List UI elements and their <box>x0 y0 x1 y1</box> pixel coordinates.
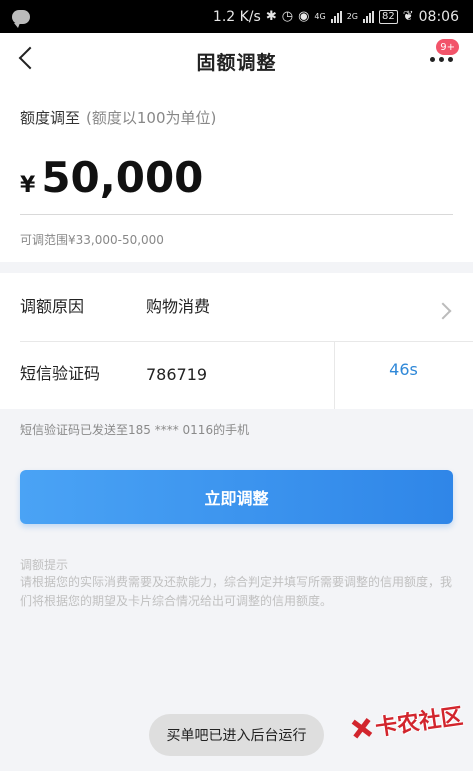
watermark-logo-icon <box>349 716 374 741</box>
back-arrow-icon[interactable] <box>18 46 42 70</box>
amount-hint: (额度以100为单位) <box>86 109 217 127</box>
background-toast: 买单吧已进入后台运行 <box>149 714 324 756</box>
notification-badge: 9+ <box>436 39 459 55</box>
more-options-icon[interactable] <box>430 57 453 62</box>
amount-label-text: 额度调至 <box>20 109 81 127</box>
status-bar: 1.2 K/s ✱ ◷ ◉ 4G 2G 82 ❦ 08:06 <box>0 0 473 33</box>
reason-label: 调额原因 <box>20 297 85 316</box>
eye-icon: ◉ <box>298 9 310 24</box>
chat-notification-icon <box>12 9 30 28</box>
status-left <box>12 9 30 28</box>
bluetooth-icon: ✱ <box>265 9 277 24</box>
clock: 08:06 <box>418 8 459 25</box>
page-title: 固额调整 <box>196 51 277 74</box>
currency-symbol: ¥ <box>20 173 36 198</box>
amount-value[interactable]: 50,000 <box>41 153 203 202</box>
amount-input[interactable]: ¥ 50,000 <box>20 153 203 202</box>
sms-code-label: 短信验证码 <box>20 364 101 383</box>
reason-row[interactable]: 调额原因 购物消费 <box>0 273 473 341</box>
tips-title: 调额提示 <box>20 558 69 572</box>
resend-countdown[interactable]: 46s <box>334 360 473 379</box>
nav-bar: 固额调整 9+ <box>0 33 473 89</box>
watermark-text: 卡农社区 <box>373 704 465 742</box>
signal-2-icon <box>363 10 374 23</box>
amount-card: 额度调至 (额度以100为单位) ¥ 50,000 可调范围¥33,000-50,… <box>0 89 473 262</box>
sms-sent-note: 短信验证码已发送至185 **** 0116的手机 <box>20 423 250 437</box>
signal-1-icon <box>330 10 342 23</box>
amount-label: 额度调至 (额度以100为单位) <box>20 107 216 128</box>
alarm-icon: ◷ <box>281 9 294 24</box>
leaf-icon: ❦ <box>402 9 414 24</box>
network-speed: 1.2 K/s <box>212 8 261 25</box>
adjust-now-button[interactable]: 立即调整 <box>20 470 453 524</box>
amount-range: 可调范围¥33,000-50,000 <box>20 233 164 247</box>
watermark: 卡农社区 <box>348 698 465 745</box>
form-card: 调额原因 购物消费 短信验证码 786719 46s <box>0 273 473 409</box>
tips-body: 请根据您的实际消费需要及还款能力，综合判定并填写所需要调整的信用额度，我们将根据… <box>20 575 453 608</box>
network-type-2: 2G <box>346 12 358 21</box>
sms-code-input[interactable]: 786719 <box>146 365 207 384</box>
amount-underline <box>20 214 453 215</box>
network-type-1: 4G <box>314 12 326 21</box>
status-right: 1.2 K/s ✱ ◷ ◉ 4G 2G 82 ❦ 08:06 <box>213 9 459 25</box>
chevron-right-icon[interactable] <box>434 302 452 320</box>
reason-value[interactable]: 购物消费 <box>146 293 210 317</box>
sms-code-row: 短信验证码 786719 46s <box>0 342 473 409</box>
battery-level: 82 <box>379 9 398 24</box>
